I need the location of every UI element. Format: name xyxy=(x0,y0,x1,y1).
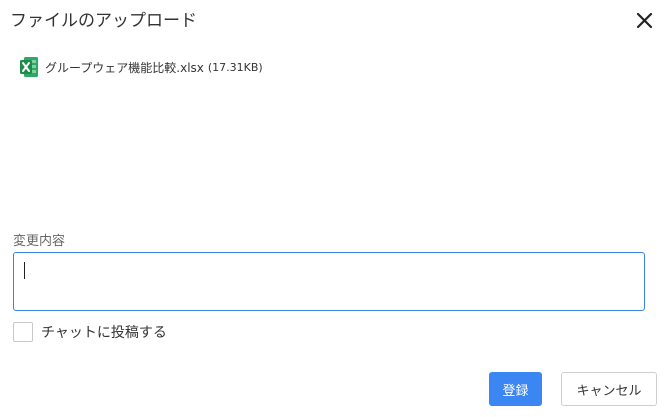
comment-textarea[interactable] xyxy=(13,252,645,311)
close-button[interactable] xyxy=(630,6,658,34)
dialog-title: ファイルのアップロード xyxy=(10,11,197,31)
excel-file-icon xyxy=(20,57,38,77)
file-size: (17.31KB) xyxy=(207,60,263,74)
close-icon xyxy=(636,12,653,29)
post-to-chat-option[interactable]: チャットに投稿する xyxy=(13,321,167,343)
upload-dialog: ファイルのアップロード グループウェア機能比較.xlsx (17.31KB) 変… xyxy=(0,0,668,417)
attached-file: グループウェア機能比較.xlsx (17.31KB) xyxy=(19,56,263,78)
text-cursor xyxy=(24,262,25,279)
post-to-chat-label: チャットに投稿する xyxy=(41,325,167,341)
post-to-chat-checkbox[interactable] xyxy=(13,322,33,342)
comment-label: 変更内容 xyxy=(13,234,66,249)
submit-button[interactable]: 登録 xyxy=(489,372,542,406)
file-name: グループウェア機能比較.xlsx xyxy=(45,60,204,75)
cancel-button[interactable]: キャンセル xyxy=(561,372,657,406)
